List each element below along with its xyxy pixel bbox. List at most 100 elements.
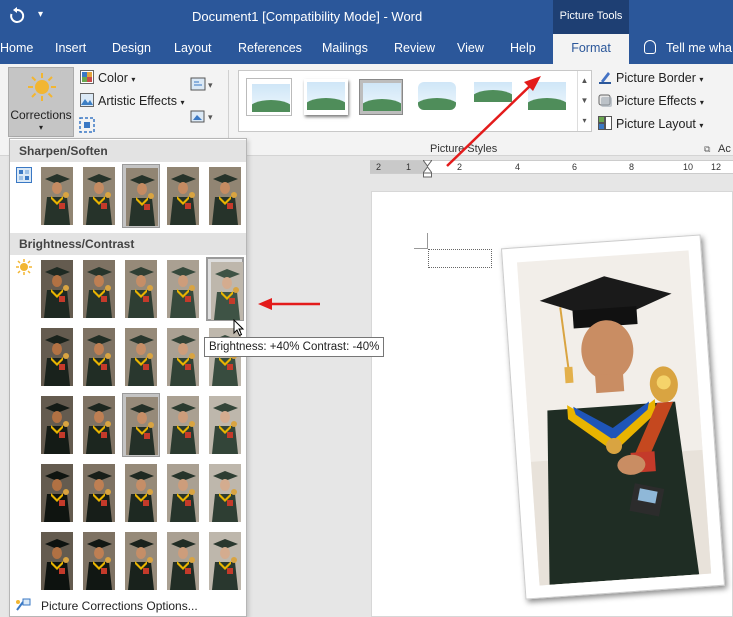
thumbnail-image [125, 532, 157, 590]
thumbnail-image [167, 328, 199, 386]
sharpen-thumbnail[interactable] [38, 164, 76, 228]
picture-effects-icon [598, 94, 612, 107]
picture-style-simple-frame[interactable] [247, 79, 291, 115]
brightness-contrast-thumbnail[interactable] [122, 393, 160, 457]
sharpen-thumbnail[interactable] [206, 164, 244, 228]
selected-picture[interactable] [500, 234, 726, 600]
tab-design[interactable]: Design [112, 34, 151, 64]
thumbnail-image [209, 464, 241, 522]
brightness-contrast-thumbnail[interactable] [80, 257, 118, 321]
picture-style-reflected[interactable] [471, 79, 515, 115]
word-window: ▾ Document1 [Compatibility Mode] - Word … [0, 0, 733, 617]
gallery-scrollbar[interactable]: ▲ ▼ ▾ [577, 71, 591, 131]
picture-style-soft-edge[interactable] [415, 79, 459, 115]
undo-icon[interactable] [8, 7, 26, 25]
tab-home[interactable]: Home [0, 34, 33, 64]
text-insertion-box[interactable] [428, 249, 492, 268]
brightness-contrast-thumbnail[interactable] [206, 529, 244, 593]
transparency-icon[interactable] [78, 116, 96, 134]
thumbnail-image [83, 167, 115, 225]
indent-marker-icon[interactable] [423, 160, 432, 178]
tell-me-box[interactable]: Tell me wha [644, 34, 732, 64]
margin-corner-mark [414, 233, 428, 249]
quick-access-customize[interactable]: ▾ [38, 9, 43, 20]
color-button[interactable]: Color ▾ [80, 68, 135, 88]
tab-layout[interactable]: Layout [174, 34, 212, 64]
brightness-contrast-thumbnail[interactable] [122, 325, 160, 389]
sharpen-thumbnail[interactable] [122, 164, 160, 228]
gallery-scroll-down[interactable]: ▼ [578, 91, 591, 111]
thumbnail-image [41, 260, 73, 318]
picture-style-metal[interactable] [525, 79, 569, 115]
tab-insert[interactable]: Insert [55, 34, 86, 64]
brightness-contrast-thumbnail[interactable] [38, 529, 76, 593]
thumbnail-image [167, 260, 199, 318]
brightness-contrast-thumbnail[interactable] [164, 529, 202, 593]
brightness-contrast-thumbnail[interactable] [164, 257, 202, 321]
artistic-effects-label: Artistic Effects [98, 94, 177, 108]
color-icon [80, 70, 94, 84]
brightness-contrast-thumbnail[interactable] [38, 393, 76, 457]
change-picture-icon[interactable]: ▾ [190, 108, 220, 126]
picture-effects-button[interactable]: Picture Effects ▾ [598, 91, 704, 111]
corrections-button[interactable]: Corrections ▾ [8, 67, 74, 137]
brightness-contrast-thumbnail[interactable] [164, 325, 202, 389]
brightness-contrast-thumbnail[interactable] [80, 529, 118, 593]
thumbnail-image [209, 532, 241, 590]
gallery-scroll-up[interactable]: ▲ [578, 71, 591, 91]
brightness-contrast-thumbnail[interactable] [206, 257, 244, 321]
brightness-icon [16, 259, 32, 275]
brightness-contrast-thumbnail[interactable] [206, 393, 244, 457]
picture-layout-button[interactable]: Picture Layout ▾ [598, 114, 703, 134]
picture-style-shadow[interactable] [359, 79, 403, 115]
picture-corrections-options-label: Picture Corrections Options... [41, 599, 198, 613]
graduation-photo [516, 250, 712, 586]
brightness-contrast-thumbnail[interactable] [80, 325, 118, 389]
sharpen-thumbnail[interactable] [164, 164, 202, 228]
thumbnail-image [41, 167, 73, 225]
tab-references[interactable]: References [238, 34, 302, 64]
tab-help[interactable]: Help [510, 34, 536, 64]
brightness-contrast-thumbnail[interactable] [164, 461, 202, 525]
brightness-contrast-tooltip: Brightness: +40% Contrast: -40% [204, 337, 385, 357]
picture-corrections-options-item[interactable]: Picture Corrections Options... [15, 598, 198, 616]
brightness-contrast-thumbnail[interactable] [122, 461, 160, 525]
brightness-contrast-thumbnail[interactable] [38, 325, 76, 389]
brightness-contrast-thumbnail[interactable] [122, 529, 160, 593]
picture-border-button[interactable]: Picture Border ▾ [598, 68, 703, 88]
thumbnail-image [209, 167, 241, 225]
thumbnail-image [41, 464, 73, 522]
tab-format[interactable]: Format [553, 34, 629, 64]
brightness-contrast-thumbnail[interactable] [206, 461, 244, 525]
sharpen-soften-header: Sharpen/Soften [10, 140, 246, 162]
sharpen-thumbnail[interactable] [80, 164, 118, 228]
brightness-contrast-thumbnail[interactable] [80, 393, 118, 457]
thumbnail-image [83, 396, 115, 454]
thumbnail-image [211, 262, 243, 320]
brightness-contrast-thumbnail[interactable] [38, 257, 76, 321]
artistic-effects-icon [80, 93, 94, 107]
dialog-launcher-icon[interactable]: ⧉ [704, 144, 710, 155]
tab-mailings[interactable]: Mailings [322, 34, 368, 64]
ruler-number: 6 [572, 162, 578, 172]
brightness-contrast-thumbnail[interactable] [80, 461, 118, 525]
lightbulb-icon [644, 40, 656, 54]
artistic-effects-button[interactable]: Artistic Effects ▾ [80, 91, 184, 111]
picture-style-beveled[interactable] [304, 79, 348, 115]
thumbnail-image [167, 464, 199, 522]
compress-icon[interactable]: ▾ [190, 76, 220, 94]
thumbnail-image [125, 328, 157, 386]
thumbnail-image [167, 532, 199, 590]
brightness-contrast-thumbnail[interactable] [164, 393, 202, 457]
tab-review[interactable]: Review [394, 34, 435, 64]
ruler-number: 2 [457, 162, 463, 172]
brightness-contrast-header: Brightness/Contrast [10, 233, 246, 255]
thumbnail-image [41, 532, 73, 590]
brightness-contrast-thumbnail[interactable] [122, 257, 160, 321]
picture-tools-context-label: Picture Tools [553, 0, 629, 34]
thumbnail-image [83, 532, 115, 590]
brightness-contrast-thumbnail[interactable] [38, 461, 76, 525]
tab-view[interactable]: View [457, 34, 484, 64]
gallery-more[interactable]: ▾ [578, 111, 591, 131]
ruler-number: 2 [376, 162, 382, 172]
